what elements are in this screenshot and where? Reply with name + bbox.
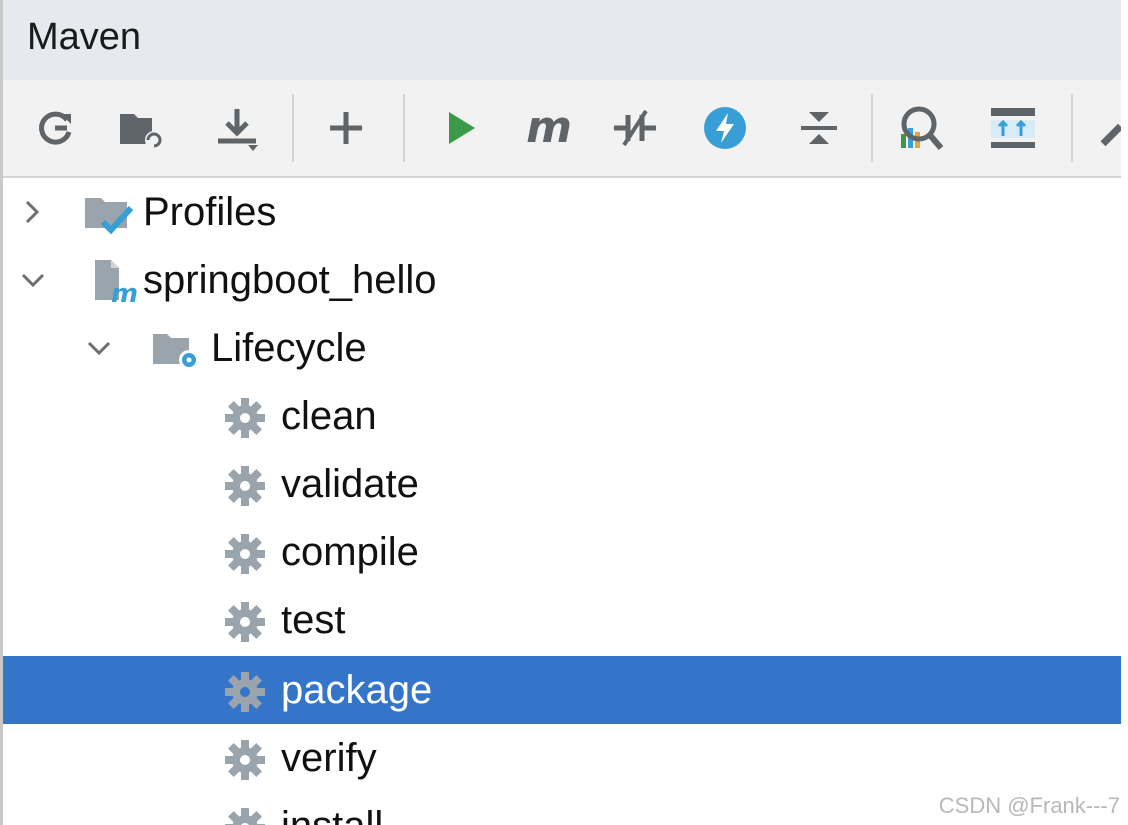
goal-label: compile (281, 530, 419, 574)
settings-icon (1100, 123, 1121, 147)
offline-mode-icon (704, 107, 746, 149)
tree-node-lifecycle[interactable]: Lifecycle (3, 314, 1121, 382)
chevron-right-icon[interactable] (15, 194, 51, 230)
maven-project-icon: m (95, 260, 138, 304)
gear-icon (225, 398, 265, 438)
maven-toolbar: m (3, 80, 1121, 178)
title-bar: Maven (3, 0, 1121, 80)
tree-label: springboot_hello (143, 258, 437, 302)
gear-icon (225, 740, 265, 780)
lifecycle-goal-package[interactable]: package (3, 656, 1121, 724)
show-dependencies-button[interactable] (983, 98, 1043, 158)
gear-icon (225, 808, 265, 825)
skip-tests-button[interactable] (605, 98, 665, 158)
reload-icon (39, 111, 72, 145)
toolbar-separator (871, 94, 873, 162)
gear-icon (225, 534, 265, 574)
lifecycle-folder-icon (153, 334, 199, 370)
chevron-down-icon[interactable] (15, 262, 51, 298)
add-icon (330, 112, 362, 144)
toolbar-separator (403, 94, 405, 162)
maven-projects-tree: Profiles m springboot_hello Lifecycle cl… (3, 178, 1121, 825)
gear-icon (225, 602, 265, 642)
goal-label: test (281, 598, 346, 642)
svg-text:m: m (111, 279, 138, 304)
skip-tests-icon (614, 109, 656, 147)
execute-maven-goal-button[interactable]: m (519, 98, 579, 158)
gear-icon (225, 466, 265, 506)
run-button[interactable] (431, 98, 491, 158)
analyze-dependencies-button[interactable] (891, 98, 951, 158)
tree-label: Lifecycle (211, 326, 367, 370)
lifecycle-goal-validate[interactable]: validate (3, 450, 1121, 518)
panel-title: Maven (27, 16, 142, 58)
goal-label: install (281, 800, 383, 825)
goal-label: clean (281, 394, 377, 438)
window-edge (1121, 0, 1128, 825)
toolbar-separator (292, 94, 294, 162)
lifecycle-goal-clean[interactable]: clean (3, 382, 1121, 450)
maven-tool-window: Maven m Profiles m springboot_hello Life… (0, 0, 1121, 825)
watermark: CSDN @Frank---7 (938, 793, 1120, 818)
run-icon (449, 112, 475, 144)
offline-mode-button[interactable] (695, 98, 755, 158)
lifecycle-goal-test[interactable]: test (3, 586, 1121, 654)
add-button[interactable] (316, 98, 376, 158)
tree-label: Profiles (143, 190, 277, 234)
collapse-all-button[interactable] (789, 98, 849, 158)
chevron-down-icon[interactable] (81, 330, 117, 366)
tree-node-profiles[interactable]: Profiles (3, 178, 1121, 246)
generate-sources-button[interactable] (111, 98, 171, 158)
goal-label: validate (281, 462, 419, 506)
generate-sources-icon (120, 114, 163, 149)
toolbar-separator (1071, 94, 1073, 162)
download-button[interactable] (207, 98, 267, 158)
lifecycle-goal-verify[interactable]: verify (3, 724, 1121, 792)
tree-node-project[interactable]: m springboot_hello (3, 246, 1121, 314)
settings-button[interactable] (1089, 98, 1121, 158)
gear-icon (225, 672, 265, 712)
lifecycle-goal-compile[interactable]: compile (3, 518, 1121, 586)
collapse-all-icon (801, 112, 837, 144)
show-dependencies-icon (991, 108, 1035, 148)
download-icon (218, 109, 258, 151)
reload-button[interactable] (25, 98, 85, 158)
goal-label: package (281, 668, 433, 712)
maven-goal-icon: m (526, 102, 572, 153)
analyze-dependencies-icon (901, 106, 944, 150)
goal-label: verify (281, 736, 377, 780)
profiles-icon (85, 198, 134, 235)
